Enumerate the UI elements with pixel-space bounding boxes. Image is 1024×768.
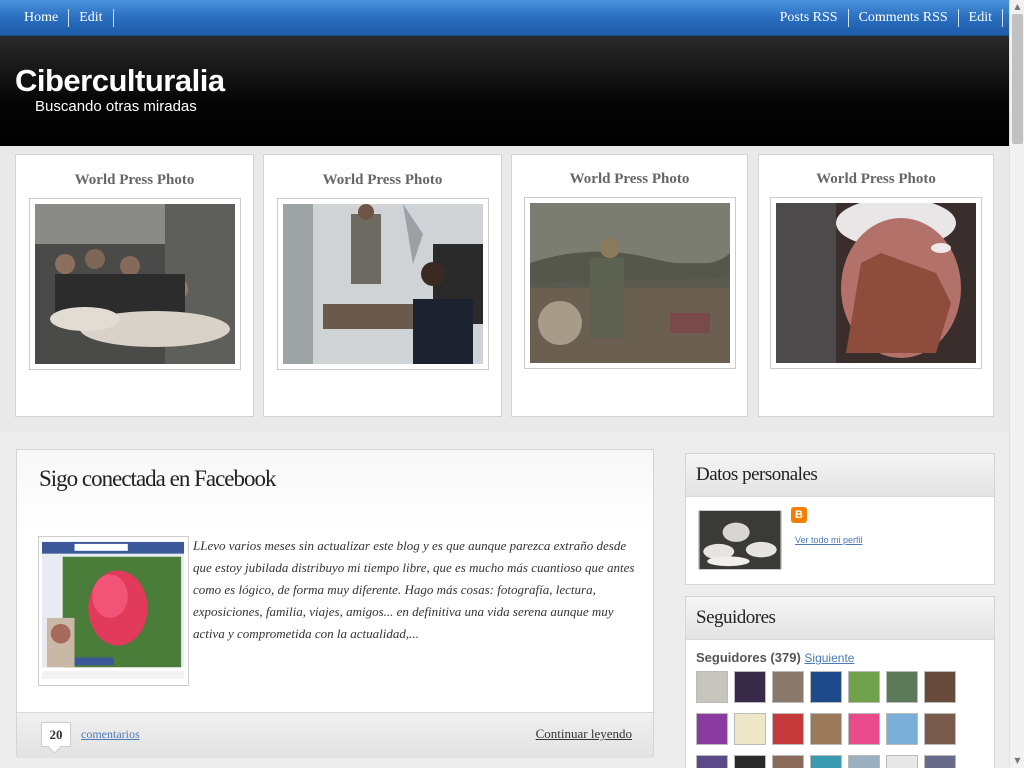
followers-label: Seguidores	[696, 650, 767, 665]
profile-photo[interactable]	[698, 510, 782, 570]
featured-card[interactable]: World Press Photo	[511, 154, 748, 417]
follower-avatar[interactable]	[848, 671, 880, 703]
follower-avatar[interactable]	[734, 671, 766, 703]
follower-avatar[interactable]	[924, 755, 956, 768]
follower-avatar[interactable]	[734, 713, 766, 745]
profile-widget: Datos personales B Ver todo mi perfil	[685, 453, 995, 585]
post-excerpt: LLevo varios meses sin actualizar este b…	[193, 538, 635, 641]
scrollbar-thumb[interactable]	[1012, 14, 1023, 144]
follower-avatar[interactable]	[696, 671, 728, 703]
follower-avatar[interactable]	[886, 755, 918, 768]
scroll-up-arrow-icon[interactable]: ▲	[1010, 0, 1024, 14]
featured-card[interactable]: World Press Photo	[263, 154, 502, 417]
post-thumbnail[interactable]	[38, 536, 189, 686]
follower-avatar[interactable]	[810, 713, 842, 745]
nav-posts-rss-link[interactable]: Posts RSS	[770, 9, 849, 27]
nav-left: Home Edit	[14, 9, 114, 27]
follower-avatar[interactable]	[810, 671, 842, 703]
page-scrollbar[interactable]: ▲ ▼	[1009, 0, 1024, 768]
featured-card[interactable]: World Press Photo	[15, 154, 254, 417]
post-header: Sigo conectada en Facebook	[17, 450, 653, 530]
blogger-icon[interactable]: B	[791, 507, 807, 523]
nav-home-link[interactable]: Home	[14, 9, 70, 27]
post-title[interactable]: Sigo conectada en Facebook	[39, 466, 276, 492]
site-description: Buscando otras miradas	[35, 98, 197, 115]
nav-comments-rss-link[interactable]: Comments RSS	[849, 9, 959, 27]
comment-count-badge[interactable]: 20	[41, 722, 71, 747]
blog-post: Sigo conectada en Facebook LLevo varios …	[16, 449, 654, 758]
follower-avatar[interactable]	[696, 755, 728, 768]
follower-avatar[interactable]	[848, 755, 880, 768]
site-title[interactable]: Ciberculturalia	[15, 63, 225, 99]
featured-title[interactable]: World Press Photo	[512, 171, 747, 188]
cups-photo	[699, 511, 781, 569]
landfill-reader-photo	[530, 203, 730, 363]
funeral-procession-photo	[35, 204, 235, 364]
comments-link[interactable]: comentarios	[81, 727, 140, 742]
featured-card[interactable]: World Press Photo	[758, 154, 994, 417]
follow-link[interactable]: Siguiente	[804, 651, 854, 665]
featured-title[interactable]: World Press Photo	[759, 171, 993, 188]
view-profile-link[interactable]: Ver todo mi perfil	[795, 535, 863, 545]
featured-photo[interactable]	[770, 197, 982, 369]
nav-right: Posts RSS Comments RSS Edit	[770, 9, 1003, 27]
follower-avatar[interactable]	[734, 755, 766, 768]
followers-widget: Seguidores Seguidores (379) Siguiente	[685, 596, 995, 768]
follower-avatar[interactable]	[886, 671, 918, 703]
nav-edit-right-link[interactable]: Edit	[959, 9, 1003, 27]
followers-widget-heading: Seguidores	[686, 597, 994, 640]
facebook-screenshot-thumbnail	[39, 537, 188, 685]
read-more-link[interactable]: Continuar leyendo	[536, 726, 632, 742]
nav-edit-link[interactable]: Edit	[69, 9, 114, 27]
follower-avatar[interactable]	[772, 713, 804, 745]
featured-photo[interactable]	[524, 197, 736, 369]
follower-avatar[interactable]	[810, 755, 842, 768]
followers-count-line: Seguidores (379) Siguiente	[696, 650, 854, 665]
featured-photo[interactable]	[29, 198, 241, 370]
follower-avatar[interactable]	[696, 713, 728, 745]
profile-widget-heading: Datos personales	[686, 454, 994, 497]
follower-avatar[interactable]	[848, 713, 880, 745]
scroll-down-arrow-icon[interactable]: ▼	[1010, 754, 1024, 768]
follower-avatar[interactable]	[772, 755, 804, 768]
follower-avatar[interactable]	[772, 671, 804, 703]
site-header: Ciberculturalia Buscando otras miradas	[0, 36, 1009, 146]
featured-title[interactable]: World Press Photo	[264, 172, 501, 189]
featured-strip: World Press Photo World Press Photo Worl…	[0, 146, 1009, 432]
top-nav-bar: Home Edit Posts RSS Comments RSS Edit	[0, 0, 1009, 36]
armed-men-photo	[283, 204, 483, 364]
post-footer: 20 comentarios Continuar leyendo	[17, 712, 653, 758]
wounded-girl-photo	[776, 203, 976, 363]
featured-title[interactable]: World Press Photo	[16, 172, 253, 189]
follower-avatar[interactable]	[924, 671, 956, 703]
followers-count: (379)	[770, 650, 801, 665]
follower-avatar[interactable]	[886, 713, 918, 745]
follower-avatar[interactable]	[924, 713, 956, 745]
featured-photo[interactable]	[277, 198, 489, 370]
